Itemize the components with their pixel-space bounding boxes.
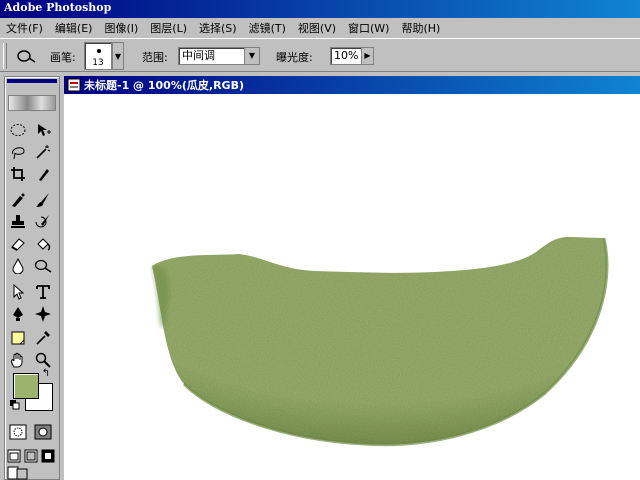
- paint-bucket-icon[interactable]: [32, 233, 54, 255]
- swap-colors-icon[interactable]: ↰: [39, 367, 53, 379]
- shape-icon[interactable]: [32, 303, 54, 325]
- type-icon[interactable]: [32, 281, 54, 303]
- exposure-label: 曝光度:: [276, 51, 313, 64]
- dodge-tool-icon[interactable]: [32, 255, 54, 277]
- options-bar: 画笔: 13 ▼ 范围: 中间调 ▼ 曝光度: 10% ▶: [0, 38, 640, 72]
- default-colors-icon[interactable]: [9, 399, 21, 411]
- brush-dot-icon: [97, 49, 101, 53]
- path-select-icon[interactable]: [7, 281, 29, 303]
- move-icon[interactable]: [32, 119, 54, 141]
- brush-label: 画笔:: [50, 51, 76, 64]
- adobe-logo[interactable]: [8, 95, 56, 111]
- foreground-color-swatch[interactable]: [13, 373, 39, 399]
- lasso-icon[interactable]: [7, 141, 29, 163]
- brush-size: 13: [92, 58, 104, 68]
- airbrush-icon[interactable]: [7, 189, 29, 211]
- options-grip[interactable]: [3, 43, 7, 69]
- standard-mode-icon[interactable]: [7, 421, 29, 443]
- document-title: 未标题-1 @ 100%(瓜皮,RGB): [84, 79, 244, 92]
- exposure-value: 10%: [334, 49, 359, 62]
- menu-file[interactable]: 文件(F): [0, 20, 49, 36]
- range-value: 中间调: [182, 49, 215, 62]
- jump-to-imageready-icon[interactable]: [6, 465, 30, 480]
- toolbox-titlebar[interactable]: [7, 79, 57, 83]
- melon-rind-shape: [152, 237, 609, 447]
- menu-view[interactable]: 视图(V): [292, 20, 342, 36]
- menu-filter[interactable]: 滤镜(T): [243, 20, 292, 36]
- menu-edit[interactable]: 编辑(E): [49, 20, 99, 36]
- crop-icon[interactable]: [7, 163, 29, 185]
- range-label: 范围:: [142, 51, 168, 64]
- history-brush-icon[interactable]: [32, 211, 54, 233]
- exposure-field[interactable]: 10% ▶: [330, 47, 374, 65]
- paintbrush-icon[interactable]: [32, 189, 54, 211]
- dodge-icon[interactable]: [14, 46, 38, 66]
- document-titlebar[interactable]: 未标题-1 @ 100%(瓜皮,RGB): [64, 76, 640, 94]
- menu-select[interactable]: 选择(S): [193, 20, 243, 36]
- document-icon: [67, 78, 81, 92]
- slice-icon[interactable]: [32, 163, 54, 185]
- menu-help[interactable]: 帮助(H): [395, 20, 446, 36]
- menu-image[interactable]: 图像(I): [98, 20, 144, 36]
- app-title: Adobe Photoshop: [4, 1, 112, 14]
- menu-bar: 文件(F) 编辑(E) 图像(I) 图层(L) 选择(S) 滤镜(T) 视图(V…: [0, 18, 640, 38]
- chevron-down-icon[interactable]: ▼: [244, 48, 259, 64]
- range-select[interactable]: 中间调 ▼: [178, 47, 260, 65]
- blur-icon[interactable]: [7, 255, 29, 277]
- screen-mode-full-icon[interactable]: [40, 445, 56, 467]
- chevron-down-icon[interactable]: ▼: [112, 42, 124, 70]
- marquee-icon[interactable]: [7, 119, 29, 141]
- brush-preview[interactable]: 13: [84, 42, 112, 70]
- toolbox: ↰: [4, 76, 60, 480]
- eyedropper-icon[interactable]: [32, 327, 54, 349]
- notes-icon[interactable]: [7, 327, 29, 349]
- app-title-bar: Adobe Photoshop: [0, 0, 640, 18]
- screen-mode-full-menu-icon[interactable]: [23, 445, 39, 467]
- eraser-icon[interactable]: [7, 233, 29, 255]
- hand-icon[interactable]: [7, 349, 29, 371]
- quick-mask-icon[interactable]: [32, 421, 54, 443]
- document-window: 未标题-1 @ 100%(瓜皮,RGB): [64, 76, 640, 480]
- menu-window[interactable]: 窗口(W): [342, 20, 395, 36]
- menu-layer[interactable]: 图层(L): [144, 20, 193, 36]
- screen-mode-standard-icon[interactable]: [6, 445, 22, 467]
- magic-wand-icon[interactable]: [32, 141, 54, 163]
- image-canvas[interactable]: [64, 94, 640, 480]
- chevron-right-icon[interactable]: ▶: [361, 48, 373, 64]
- pen-icon[interactable]: [7, 303, 29, 325]
- rubber-stamp-icon[interactable]: [7, 211, 29, 233]
